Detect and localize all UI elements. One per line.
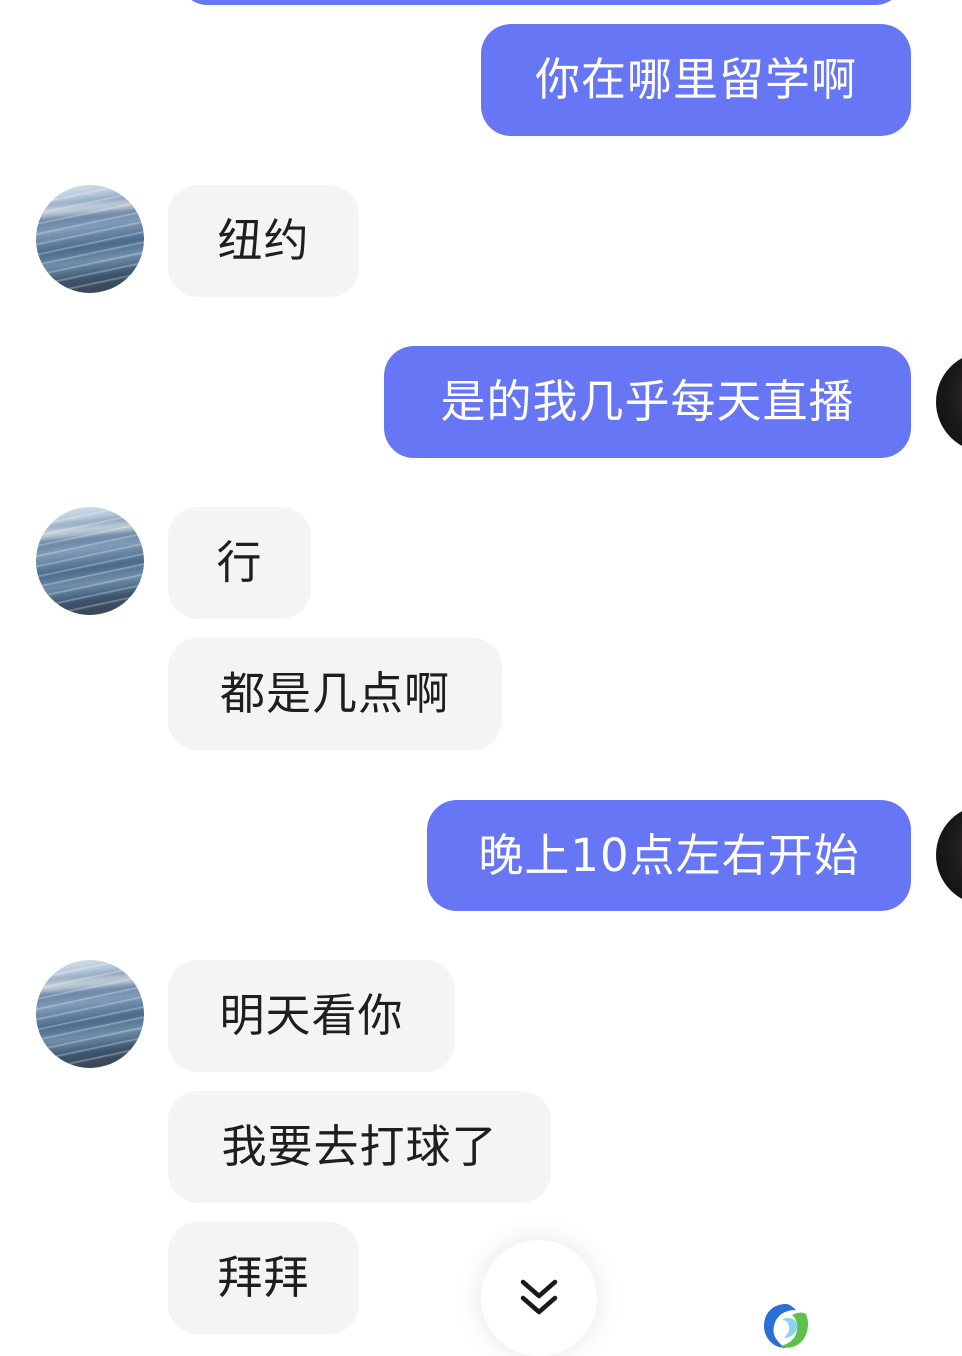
message-bubble-sent[interactable]: 你在哪里留学啊 (481, 24, 911, 136)
message-bubble-received[interactable]: 我要去打球了 (168, 1091, 551, 1203)
message-text: 是的我几乎每天直播 (440, 375, 855, 428)
message-text: 明天看你 (219, 989, 404, 1042)
contact-avatar[interactable] (36, 960, 144, 1068)
message-bubble-received[interactable]: 纽约 (168, 185, 359, 297)
self-avatar[interactable] (936, 352, 962, 452)
self-avatar-clip (936, 352, 962, 452)
message-text: 你在哪里留学啊 (534, 53, 857, 106)
chat-window: 你在哪里留学啊 纽约 是的我几乎每天直播 行 都是几点啊 晚上10点左右开始 明… (0, 0, 962, 1356)
message-text: 都是几点啊 (219, 667, 450, 720)
contact-avatar[interactable] (36, 507, 144, 615)
message-bubble-received[interactable]: 行 (168, 507, 311, 619)
message-text: 我要去打球了 (221, 1120, 498, 1173)
watermark-logo (764, 1304, 808, 1348)
message-bubble-received[interactable]: 拜拜 (168, 1222, 359, 1334)
double-chevron-down-icon (520, 1279, 558, 1315)
message-text: 行 (216, 536, 263, 589)
message-bubble-sent[interactable]: 是的我几乎每天直播 (384, 346, 911, 458)
message-bubble-sent-partial[interactable] (178, 0, 905, 5)
self-avatar[interactable] (936, 805, 962, 905)
message-text: 纽约 (217, 214, 310, 267)
contact-avatar[interactable] (36, 185, 144, 293)
message-bubble-received[interactable]: 都是几点啊 (168, 638, 502, 750)
scroll-to-bottom-button[interactable] (481, 1240, 597, 1356)
message-text: 晚上10点左右开始 (478, 829, 860, 882)
self-avatar-clip (936, 805, 962, 905)
message-bubble-received[interactable]: 明天看你 (168, 960, 455, 1072)
message-bubble-sent[interactable]: 晚上10点左右开始 (427, 800, 911, 911)
message-text: 拜拜 (217, 1251, 310, 1304)
